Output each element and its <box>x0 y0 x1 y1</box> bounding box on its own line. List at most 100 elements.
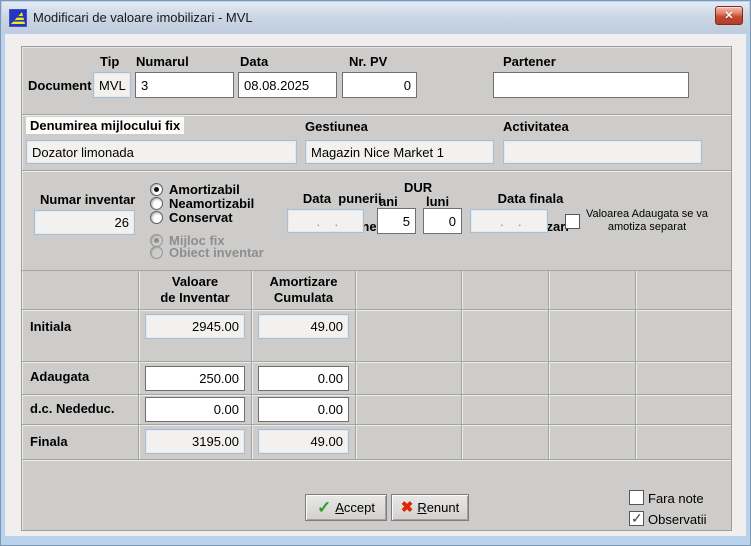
empty-cell <box>462 362 549 394</box>
empty-cell <box>356 362 462 394</box>
radio-amortizabil[interactable]: Amortizabil <box>150 183 240 196</box>
accept-button-label: Accept <box>335 500 375 515</box>
header-empty-cell <box>636 271 731 309</box>
empty-cell <box>549 395 636 424</box>
dur-label: DUR <box>404 180 433 195</box>
empty-cell <box>356 425 462 459</box>
dialog-content: Tip Numarul Data Nr. PV Partener Documen… <box>5 34 746 536</box>
empty-cell <box>636 395 731 424</box>
adaugata-valoare-field[interactable]: 250.00 <box>145 366 245 391</box>
tip-field[interactable]: MVL <box>93 72 131 98</box>
radio-icon[interactable] <box>150 183 163 196</box>
row-label: Initiala <box>30 319 72 334</box>
tip-label: Tip <box>100 54 120 69</box>
row-label: Adaugata <box>30 369 90 384</box>
initiala-amortizare-field[interactable]: 49.00 <box>258 314 349 339</box>
table-header-row: Valoare de Inventar Amortizare Cumulata <box>22 271 731 310</box>
table-row-initiala: Initiala 2945.00 49.00 <box>22 310 731 362</box>
vat-checkbox[interactable] <box>565 214 580 229</box>
luni-field[interactable]: 0 <box>423 208 462 234</box>
numar-inventar-label: Numar inventar <box>40 192 136 207</box>
renunt-button-label: Renunt <box>417 500 460 515</box>
numarul-label: Numarul <box>136 54 189 69</box>
radio-label: Amortizabil <box>169 182 240 197</box>
empty-cell <box>462 395 549 424</box>
table-row-finala: Finala 3195.00 49.00 <box>22 425 731 460</box>
accept-button[interactable]: ✓ Accept <box>305 494 387 521</box>
header-amortizare-line2: Cumulata <box>273 290 334 305</box>
nrpv-field[interactable]: 0 <box>342 72 417 98</box>
data-finala-field[interactable]: . . <box>470 209 548 233</box>
observatii-label: Observatii <box>648 512 707 527</box>
finala-amortizare-field[interactable]: 49.00 <box>258 429 349 454</box>
main-panel: Tip Numarul Data Nr. PV Partener Documen… <box>21 46 732 531</box>
vat-note-line2: amotiza separat <box>607 221 687 233</box>
empty-cell <box>549 362 636 394</box>
ani-label: ani <box>379 194 398 209</box>
fara-note-checkbox[interactable] <box>629 490 644 505</box>
empty-cell <box>636 310 731 361</box>
data-field[interactable]: 08.08.2025 <box>238 72 337 98</box>
gestiune-label: Gestiunea <box>305 119 368 134</box>
finala-valoare-field[interactable]: 3195.00 <box>145 429 245 454</box>
radio-label: Neamortizabil <box>169 196 255 211</box>
adaugata-amortizare-field[interactable]: 0.00 <box>258 366 349 391</box>
luni-label: luni <box>426 194 450 209</box>
empty-cell <box>462 425 549 459</box>
radio-neamortizabil[interactable]: Neamortizabil <box>150 197 254 210</box>
row-label: Finala <box>30 434 68 449</box>
initiala-valoare-field[interactable]: 2945.00 <box>145 314 245 339</box>
renunt-button[interactable]: ✖ Renunt <box>391 494 469 521</box>
numar-inventar-field[interactable]: 26 <box>34 210 135 235</box>
table-row-adaugata: Adaugata 250.00 0.00 <box>22 362 731 395</box>
numarul-field[interactable]: 3 <box>135 72 234 98</box>
empty-cell <box>462 310 549 361</box>
fara-note-label: Fara note <box>648 491 704 506</box>
radio-obiect-inventar: Obiect inventar <box>150 246 264 259</box>
nededuc-valoare-field[interactable]: 0.00 <box>145 397 245 422</box>
nrpv-label: Nr. PV <box>349 54 388 69</box>
row-label: d.c. Nededuc. <box>30 401 115 416</box>
check-icon: ✓ <box>317 498 332 517</box>
data-label: Data <box>240 54 269 69</box>
asset-name-field[interactable]: Dozator limonada <box>26 140 297 164</box>
gestiune-field[interactable]: Magazin Nice Market 1 <box>305 140 494 164</box>
header-amortizare: Amortizare Cumulata <box>252 271 356 309</box>
empty-cell <box>636 362 731 394</box>
ani-field[interactable]: 5 <box>377 208 416 234</box>
data-finala-line1: Data finala <box>497 191 564 206</box>
empty-cell <box>636 425 731 459</box>
radio-icon[interactable] <box>150 197 163 210</box>
activitate-field[interactable] <box>503 140 702 164</box>
divider <box>22 114 731 116</box>
header-valoare: Valoare de Inventar <box>139 271 252 309</box>
data-punerii-line1: Data punerii <box>302 191 382 206</box>
header-valoare-line1: Valoare <box>171 274 219 289</box>
vat-note-line1: Valoarea Adaugata se va <box>585 208 709 220</box>
nededuc-amortizare-field[interactable]: 0.00 <box>258 397 349 422</box>
x-icon: ✖ <box>400 499 414 516</box>
values-table: Valoare de Inventar Amortizare Cumulata In… <box>22 270 731 460</box>
radio-label: Obiect inventar <box>169 245 264 260</box>
header-empty-cell <box>549 271 636 309</box>
header-valoare-line2: de Inventar <box>160 290 230 305</box>
radio-icon[interactable] <box>150 211 163 224</box>
document-label: Document <box>28 78 92 93</box>
empty-cell <box>356 310 462 361</box>
data-punerii-field[interactable]: . . <box>287 209 364 233</box>
partener-label: Partener <box>503 54 556 69</box>
vat-checkbox-label: Valoarea Adaugata se va amotiza separat <box>582 208 712 234</box>
header-empty-cell <box>356 271 462 309</box>
empty-cell <box>549 425 636 459</box>
title-bar[interactable]: Modificari de valoare imobilizari - MVL <box>2 2 749 33</box>
header-empty-cell <box>22 271 139 309</box>
radio-conservat[interactable]: Conservat <box>150 211 233 224</box>
partener-field[interactable] <box>493 72 689 98</box>
header-empty-cell <box>462 271 549 309</box>
observatii-checkbox[interactable] <box>629 510 644 527</box>
radio-icon <box>150 246 163 259</box>
activitate-label: Activitatea <box>503 119 569 134</box>
divider <box>22 170 731 172</box>
table-row-nededuc: d.c. Nededuc. 0.00 0.00 <box>22 395 731 425</box>
close-button[interactable]: ✕ <box>715 6 743 25</box>
